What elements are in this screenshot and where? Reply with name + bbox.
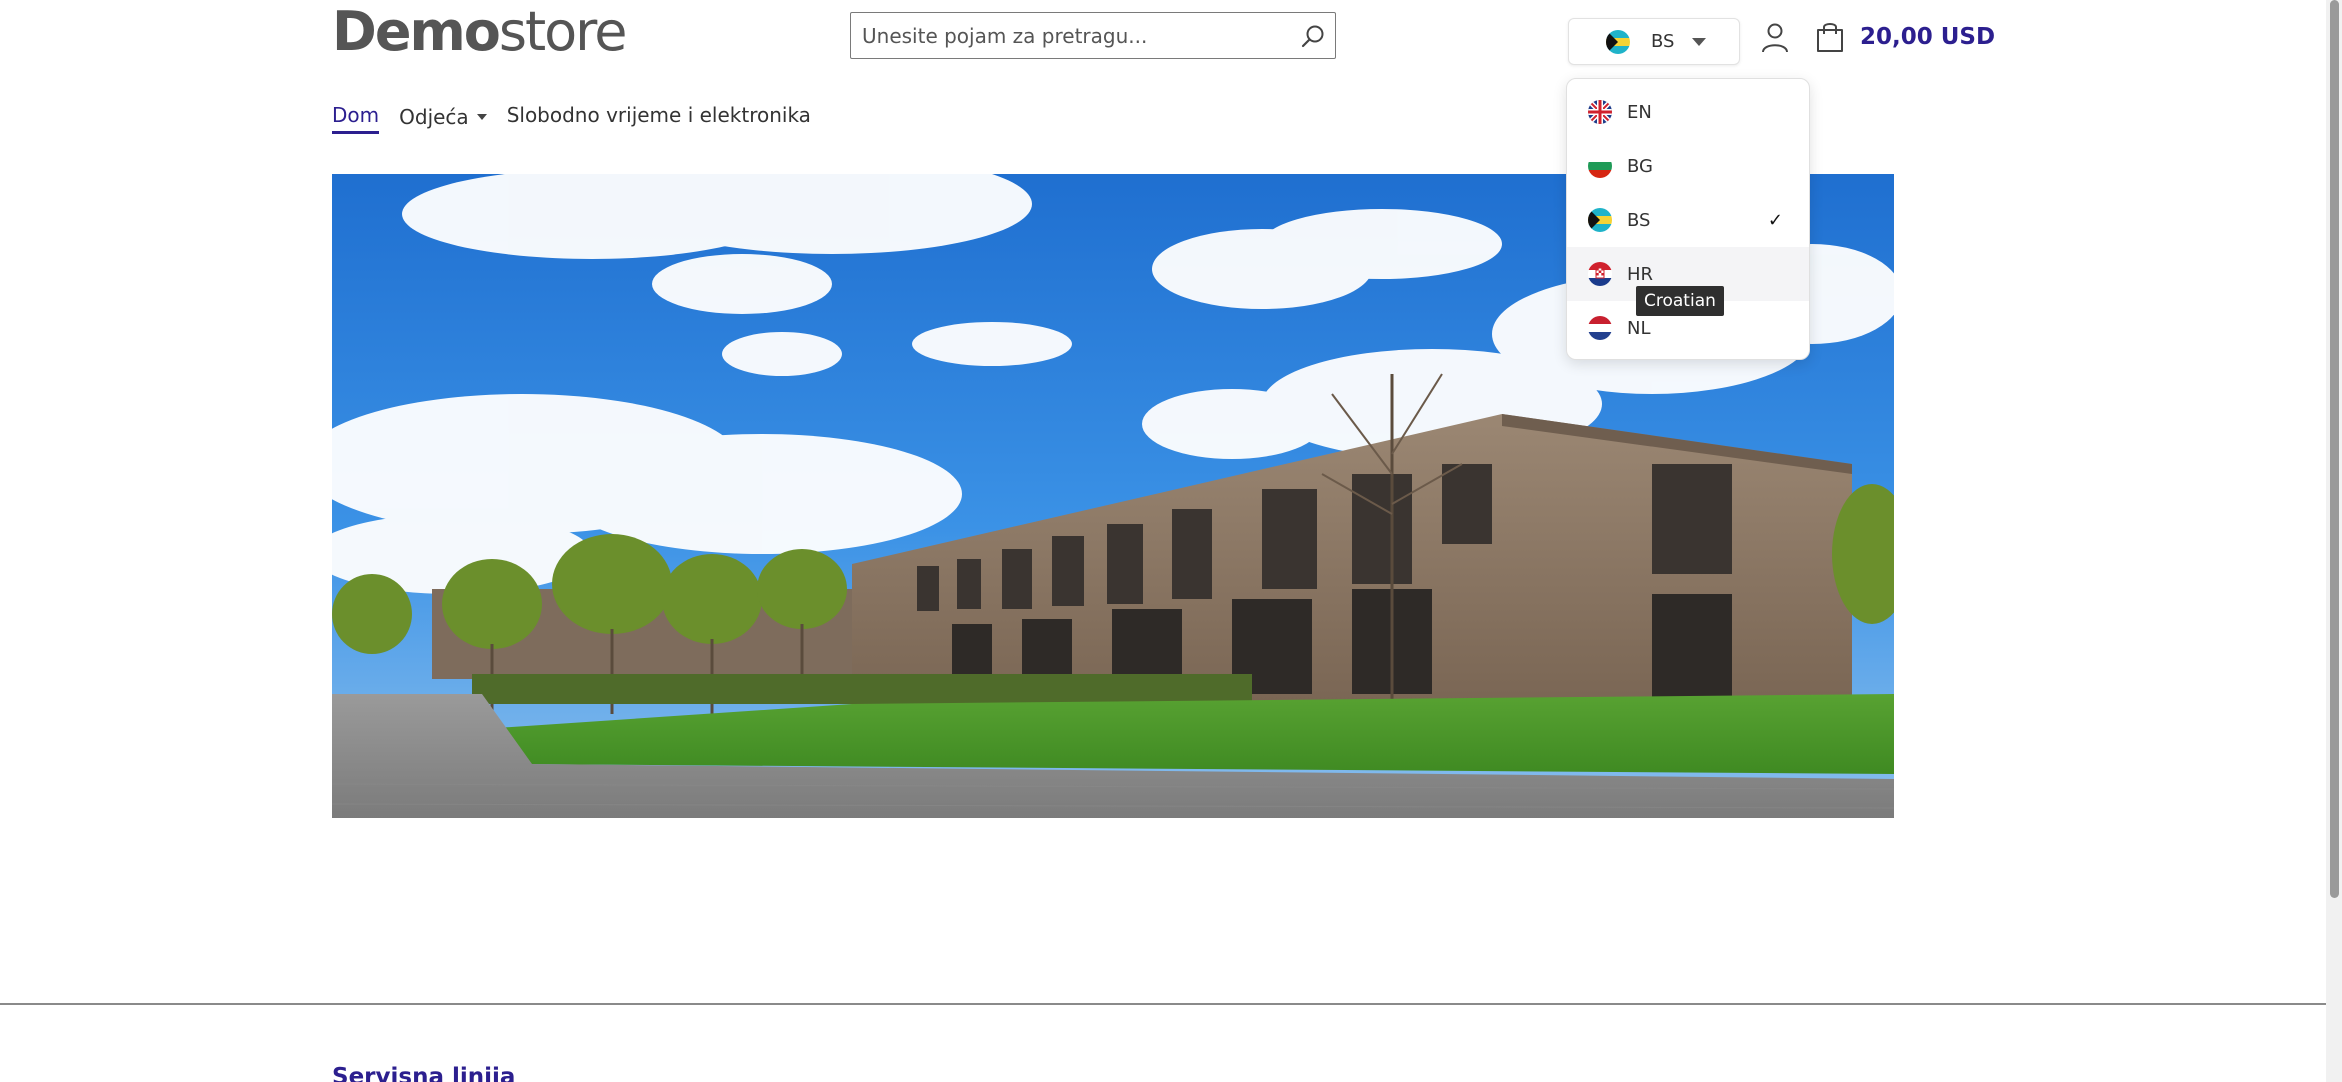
search-input[interactable] (851, 13, 1291, 58)
language-switcher-button[interactable]: BS (1568, 18, 1740, 65)
croatia-flag-icon (1587, 261, 1613, 287)
page: Demostore BS (0, 0, 2342, 1082)
user-icon (1762, 23, 1788, 53)
language-option-label: BG (1627, 155, 1653, 177)
scrollbar-thumb[interactable] (2330, 0, 2339, 898)
cart-total[interactable]: 20,00 USD (1860, 20, 1995, 54)
language-option-label: NL (1627, 317, 1651, 339)
language-current-label: BS (1651, 31, 1675, 52)
language-option-label: HR (1627, 263, 1654, 285)
language-option-bg[interactable]: BG (1567, 139, 1809, 193)
cart-button[interactable] (1814, 20, 1846, 54)
main-navigation: Dom Odjeća Slobodno vrijeme i elektronik… (332, 100, 811, 134)
account-button[interactable] (1760, 22, 1790, 54)
store-logo[interactable]: Demo store (332, 0, 628, 63)
uk-flag-icon (1587, 99, 1613, 125)
check-icon: ✓ (1767, 210, 1783, 231)
chevron-down-icon (476, 114, 487, 120)
footer-divider (0, 1003, 2326, 1005)
nav-item-leisure-electronics[interactable]: Slobodno vrijeme i elektronika (507, 100, 811, 134)
language-option-label: EN (1627, 101, 1652, 123)
search-box (850, 12, 1336, 59)
language-tooltip: Croatian (1636, 286, 1724, 316)
search-icon (1301, 25, 1324, 47)
language-dropdown-menu: EN BG BS ✓ HR NL (1566, 78, 1810, 360)
search-button[interactable] (1291, 13, 1335, 58)
bulgaria-flag-icon (1587, 153, 1613, 179)
shopping-bag-icon (1817, 23, 1843, 52)
nav-item-clothing-label: Odjeća (399, 105, 469, 129)
nav-item-clothing[interactable]: Odjeća (399, 100, 487, 134)
nav-item-home[interactable]: Dom (332, 100, 380, 134)
page-scrollbar[interactable] (2326, 0, 2342, 1082)
chevron-down-icon (1692, 37, 1707, 46)
language-option-label: BS (1627, 209, 1651, 231)
language-option-en[interactable]: EN (1567, 85, 1809, 139)
footer-service-line-heading: Servisna linija (332, 1064, 516, 1082)
netherlands-flag-icon (1587, 315, 1613, 341)
language-option-bs[interactable]: BS ✓ (1567, 193, 1809, 247)
logo-bold-text: Demo (332, 0, 501, 63)
bahamas-flag-icon (1587, 207, 1613, 233)
logo-light-text: store (498, 0, 628, 63)
bahamas-flag-icon (1605, 29, 1631, 55)
